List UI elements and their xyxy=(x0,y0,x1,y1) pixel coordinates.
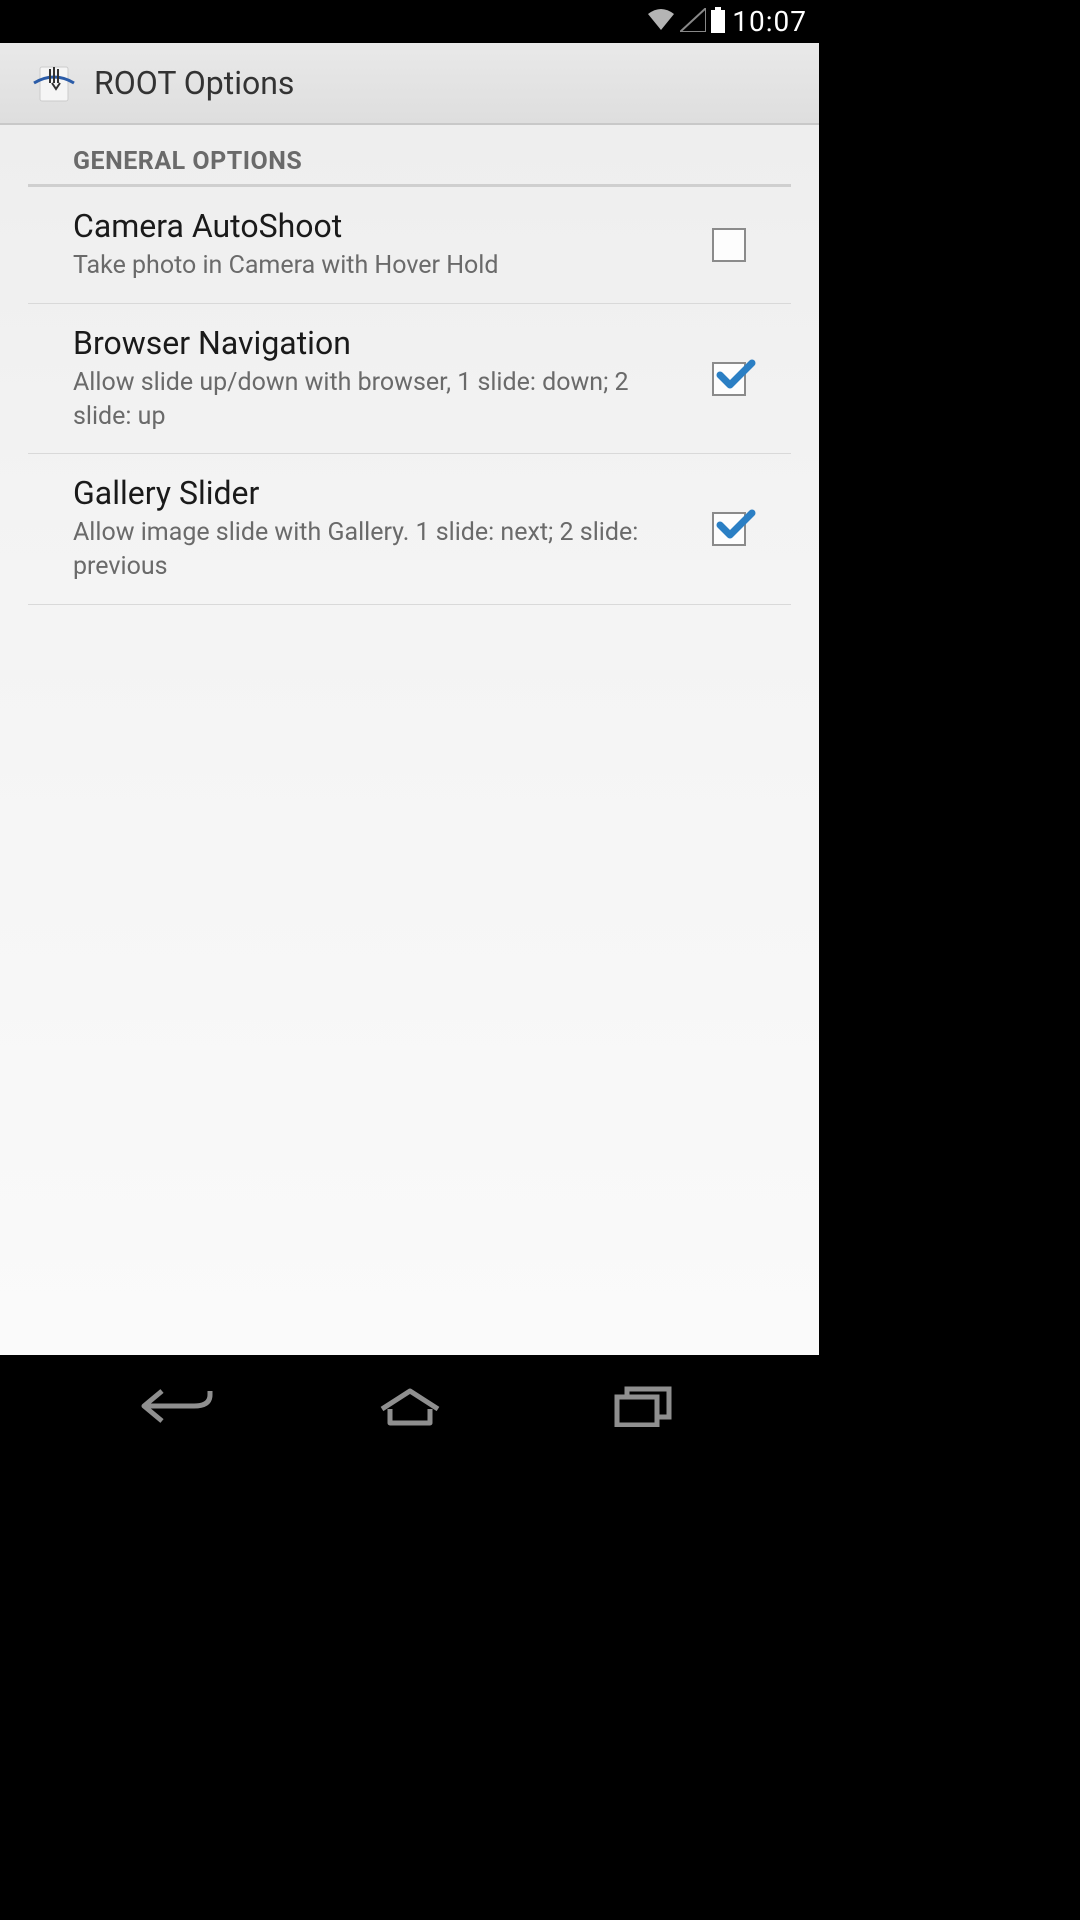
checkmark-icon xyxy=(716,507,756,543)
status-icons xyxy=(646,7,726,37)
checkbox-camera-autoshoot[interactable] xyxy=(712,228,746,262)
navigation-bar xyxy=(0,1355,819,1456)
setting-title: Gallery Slider xyxy=(73,474,692,512)
recent-apps-button[interactable] xyxy=(603,1381,683,1431)
section-header: GENERAL OPTIONS xyxy=(28,135,791,187)
battery-icon xyxy=(710,7,726,37)
setting-text: Gallery Slider Allow image slide with Ga… xyxy=(73,474,692,584)
setting-text: Camera AutoShoot Take photo in Camera wi… xyxy=(73,207,692,283)
back-button[interactable] xyxy=(137,1381,217,1431)
app-header: ROOT Options xyxy=(0,43,819,125)
status-time: 10:07 xyxy=(732,5,807,38)
setting-text: Browser Navigation Allow slide up/down w… xyxy=(73,324,692,434)
checkbox-browser-navigation[interactable] xyxy=(712,362,746,396)
setting-desc: Allow image slide with Gallery. 1 slide:… xyxy=(73,516,692,584)
cell-signal-icon xyxy=(680,8,706,36)
setting-title: Browser Navigation xyxy=(73,324,692,362)
setting-title: Camera AutoShoot xyxy=(73,207,692,245)
checkbox-gallery-slider[interactable] xyxy=(712,512,746,546)
status-bar: 10:07 xyxy=(0,0,819,43)
section-header-text: GENERAL OPTIONS xyxy=(73,147,763,176)
setting-desc: Allow slide up/down with browser, 1 slid… xyxy=(73,366,692,434)
setting-camera-autoshoot[interactable]: Camera AutoShoot Take photo in Camera wi… xyxy=(28,187,791,304)
setting-browser-navigation[interactable]: Browser Navigation Allow slide up/down w… xyxy=(28,304,791,455)
setting-gallery-slider[interactable]: Gallery Slider Allow image slide with Ga… xyxy=(28,454,791,605)
checkmark-icon xyxy=(716,357,756,393)
home-button[interactable] xyxy=(370,1381,450,1431)
app-icon xyxy=(32,61,76,105)
page-title: ROOT Options xyxy=(94,64,294,102)
setting-desc: Take photo in Camera with Hover Hold xyxy=(73,249,692,283)
settings-content: GENERAL OPTIONS Camera AutoShoot Take ph… xyxy=(0,125,819,1355)
wifi-icon xyxy=(646,8,676,36)
